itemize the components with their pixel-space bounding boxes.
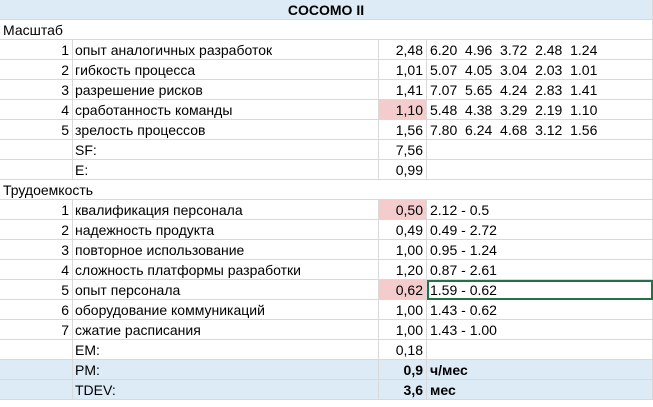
pm-label[interactable]: PM: bbox=[73, 360, 379, 380]
table-row: 7 сжатие расписания 1,00 1.43 - 1.00 bbox=[0, 320, 653, 340]
factor-value-highlighted[interactable]: 0,62 bbox=[379, 280, 427, 300]
sf-value[interactable]: 7,56 bbox=[379, 140, 427, 160]
factor-value-highlighted[interactable]: 0,50 bbox=[379, 200, 427, 220]
table-row: 3 повторное использование 1,00 0.95 - 1.… bbox=[0, 240, 653, 260]
row-number[interactable]: 2 bbox=[0, 220, 73, 240]
factor-name[interactable]: опыт персонала bbox=[73, 280, 379, 300]
factor-range[interactable]: 0.49 - 2.72 bbox=[427, 220, 653, 240]
row-number[interactable]: 4 bbox=[0, 100, 73, 120]
scale-header[interactable]: Масштаб bbox=[0, 20, 653, 40]
factor-levels[interactable]: 5.07 4.05 3.04 2.03 1.01 bbox=[427, 60, 653, 80]
pm-value[interactable]: 0,9 bbox=[379, 360, 427, 380]
effort-header-row: Трудоемкость bbox=[0, 180, 653, 200]
factor-range[interactable]: 0.87 - 2.61 bbox=[427, 260, 653, 280]
e-value[interactable]: 0,99 bbox=[379, 160, 427, 180]
factor-name[interactable]: гибкость процесса bbox=[73, 60, 379, 80]
selected-cell[interactable]: 1.59 - 0.62 bbox=[427, 280, 653, 300]
empty-cell[interactable] bbox=[0, 340, 73, 360]
table-row: 4 сработанность команды 1,10 5.48 4.38 3… bbox=[0, 100, 653, 120]
empty-cell[interactable] bbox=[0, 380, 73, 400]
e-row: E: 0,99 bbox=[0, 160, 653, 180]
factor-value[interactable]: 1,01 bbox=[379, 60, 427, 80]
empty-cell[interactable] bbox=[0, 360, 73, 380]
factor-value[interactable]: 1,56 bbox=[379, 120, 427, 140]
factor-value[interactable]: 2,48 bbox=[379, 40, 427, 60]
table-row: 2 надежность продукта 0,49 0.49 - 2.72 bbox=[0, 220, 653, 240]
row-number[interactable]: 5 bbox=[0, 280, 73, 300]
table-row: 3 разрешение рисков 1,41 7.07 5.65 4.24 … bbox=[0, 80, 653, 100]
factor-value[interactable]: 1,00 bbox=[379, 320, 427, 340]
factor-name[interactable]: квалификация персонала bbox=[73, 200, 379, 220]
tdev-label[interactable]: TDEV: bbox=[73, 380, 379, 400]
tdev-row: TDEV: 3,6 мес bbox=[0, 380, 653, 400]
factor-levels[interactable]: 6.20 4.96 3.72 2.48 1.24 bbox=[427, 40, 653, 60]
empty-cell[interactable] bbox=[0, 140, 73, 160]
table-row: 5 опыт персонала 0,62 1.59 - 0.62 bbox=[0, 280, 653, 300]
sf-label[interactable]: SF: bbox=[73, 140, 379, 160]
factor-value[interactable]: 1,00 bbox=[379, 240, 427, 260]
factor-levels[interactable]: 7.07 5.65 4.24 2.83 1.41 bbox=[427, 80, 653, 100]
factor-range[interactable]: 2.12 - 0.5 bbox=[427, 200, 653, 220]
factor-value[interactable]: 1,41 bbox=[379, 80, 427, 100]
factor-range[interactable]: 0.95 - 1.24 bbox=[427, 240, 653, 260]
em-label[interactable]: EM: bbox=[73, 340, 379, 360]
table-row: 1 квалификация персонала 0,50 2.12 - 0.5 bbox=[0, 200, 653, 220]
factor-value[interactable]: 1,20 bbox=[379, 260, 427, 280]
factor-name[interactable]: повторное использование bbox=[73, 240, 379, 260]
pm-unit[interactable]: ч/мес bbox=[427, 360, 653, 380]
sheet-title[interactable]: COCOMO II bbox=[0, 0, 653, 20]
em-value[interactable]: 0,18 bbox=[379, 340, 427, 360]
effort-header[interactable]: Трудоемкость bbox=[0, 180, 653, 200]
row-number[interactable]: 2 bbox=[0, 60, 73, 80]
em-row: EM: 0,18 bbox=[0, 340, 653, 360]
factor-name[interactable]: сжатие расписания bbox=[73, 320, 379, 340]
table-row: 5 зрелость процессов 1,56 7.80 6.24 4.68… bbox=[0, 120, 653, 140]
empty-cell[interactable] bbox=[0, 160, 73, 180]
e-label[interactable]: E: bbox=[73, 160, 379, 180]
empty-cell[interactable] bbox=[427, 160, 653, 180]
factor-levels[interactable]: 7.80 6.24 4.68 3.12 1.56 bbox=[427, 120, 653, 140]
row-number[interactable]: 6 bbox=[0, 300, 73, 320]
row-number[interactable]: 7 bbox=[0, 320, 73, 340]
row-number[interactable]: 1 bbox=[0, 40, 73, 60]
tdev-value[interactable]: 3,6 bbox=[379, 380, 427, 400]
empty-cell[interactable] bbox=[427, 340, 653, 360]
factor-name[interactable]: сложность платформы разработки bbox=[73, 260, 379, 280]
spreadsheet: COCOMO II Масштаб 1 опыт аналогичных раз… bbox=[0, 0, 653, 407]
factor-name[interactable]: оборудование коммуникаций bbox=[73, 300, 379, 320]
row-number[interactable]: 5 bbox=[0, 120, 73, 140]
tdev-unit[interactable]: мес bbox=[427, 380, 653, 400]
scale-header-row: Масштаб bbox=[0, 20, 653, 40]
table-row: 6 оборудование коммуникаций 1,00 1.43 - … bbox=[0, 300, 653, 320]
table-row: 4 сложность платформы разработки 1,20 0.… bbox=[0, 260, 653, 280]
row-number[interactable]: 4 bbox=[0, 260, 73, 280]
factor-name[interactable]: сработанность команды bbox=[73, 100, 379, 120]
factor-name[interactable]: надежность продукта bbox=[73, 220, 379, 240]
factor-range[interactable]: 1.43 - 0.62 bbox=[427, 300, 653, 320]
factor-levels[interactable]: 5.48 4.38 3.29 2.19 1.10 bbox=[427, 100, 653, 120]
table-row: 1 опыт аналогичных разработок 2,48 6.20 … bbox=[0, 40, 653, 60]
empty-cell[interactable] bbox=[427, 140, 653, 160]
table-row: 2 гибкость процесса 1,01 5.07 4.05 3.04 … bbox=[0, 60, 653, 80]
factor-name[interactable]: опыт аналогичных разработок bbox=[73, 40, 379, 60]
factor-name[interactable]: разрешение рисков bbox=[73, 80, 379, 100]
factor-value-highlighted[interactable]: 1,10 bbox=[379, 100, 427, 120]
factor-name[interactable]: зрелость процессов bbox=[73, 120, 379, 140]
pm-row: PM: 0,9 ч/мес bbox=[0, 360, 653, 380]
row-number[interactable]: 3 bbox=[0, 240, 73, 260]
title-row: COCOMO II bbox=[0, 0, 653, 20]
factor-range[interactable]: 1.43 - 1.00 bbox=[427, 320, 653, 340]
factor-value[interactable]: 0,49 bbox=[379, 220, 427, 240]
factor-value[interactable]: 1,00 bbox=[379, 300, 427, 320]
row-number[interactable]: 3 bbox=[0, 80, 73, 100]
row-number[interactable]: 1 bbox=[0, 200, 73, 220]
sf-row: SF: 7,56 bbox=[0, 140, 653, 160]
